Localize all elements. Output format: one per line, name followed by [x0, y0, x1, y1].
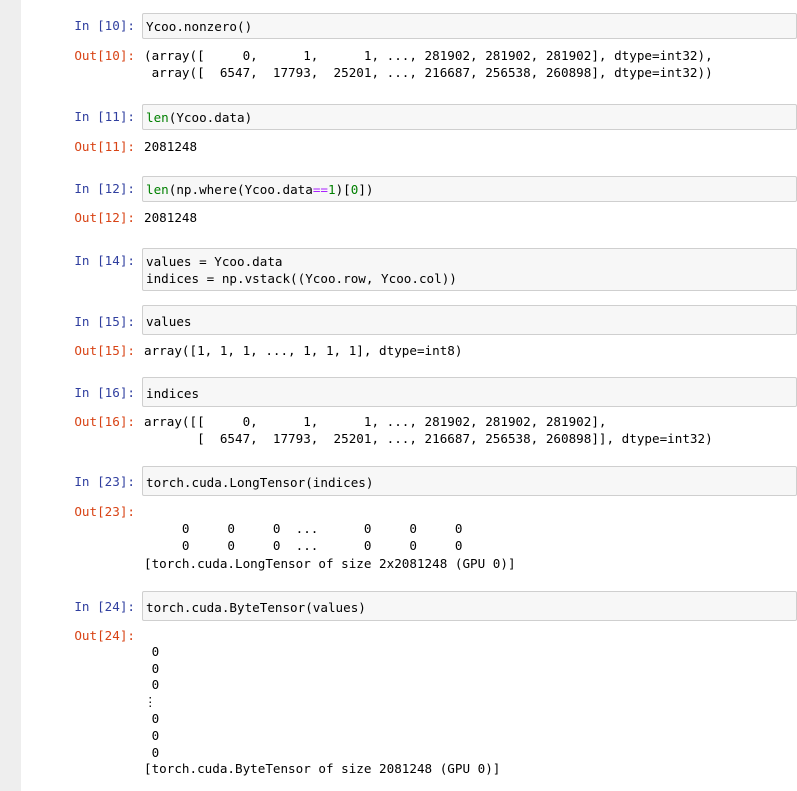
output-text: 0 0 0 ... 0 0 0 0 0 0 ... 0 0 0 [torch.c…: [144, 521, 516, 571]
in-prompt: In [15]:: [74, 314, 135, 329]
in-prompt: In [24]:: [74, 599, 135, 614]
output-area: array([[ 0, 1, 1, ..., 281902, 281902, 2…: [144, 413, 797, 447]
output-text: array([[ 0, 1, 1, ..., 281902, 281902, 2…: [144, 414, 713, 447]
code-token-builtin: len: [146, 182, 169, 197]
in-prompt: In [12]:: [74, 181, 135, 196]
code-text: torch.cuda.LongTensor(indices): [146, 475, 374, 490]
output-text: 0 0 0 ⋮ 0 0 0 [torch.cuda.ByteTensor of …: [144, 643, 501, 777]
output-area: 2081248: [144, 209, 797, 226]
in-prompt: In [14]:: [74, 253, 135, 268]
output-area: (array([ 0, 1, 1, ..., 281902, 281902, 2…: [144, 47, 797, 81]
code-text: indices: [146, 386, 200, 401]
notebook-container: In [10]: Ycoo.nonzero() Out[10]: (array(…: [21, 0, 797, 791]
code-text: len(np.where(Ycoo.data==1)[0]): [143, 177, 796, 198]
code-input[interactable]: values: [142, 305, 797, 335]
out-prompt: Out[12]:: [74, 210, 135, 225]
output-area: 0 0 0 ⋮ 0 0 0 [torch.cuda.ByteTensor of …: [144, 627, 797, 778]
code-input[interactable]: torch.cuda.ByteTensor(values): [142, 591, 797, 621]
out-prompt: Out[15]:: [74, 343, 135, 358]
output-area: 0 0 0 ... 0 0 0 0 0 0 ... 0 0 0 [torch.c…: [144, 503, 797, 572]
code-token-builtin: len: [146, 110, 169, 125]
code-token: (Ycoo.data): [168, 110, 253, 125]
in-prompt: In [10]:: [74, 18, 135, 33]
output-text: 2081248: [144, 210, 198, 225]
code-text: torch.cuda.ByteTensor(values): [146, 600, 366, 615]
in-prompt: In [11]:: [74, 109, 135, 124]
output-text: 2081248: [144, 139, 198, 154]
code-token: ]): [358, 182, 374, 197]
output-area: array([1, 1, 1, ..., 1, 1, 1], dtype=int…: [144, 342, 797, 359]
code-token-number: 1: [327, 182, 336, 197]
code-text: values: [146, 314, 192, 329]
code-token: (np.where(Ycoo.data: [168, 182, 313, 197]
out-prompt: Out[11]:: [74, 139, 135, 154]
output-text: array([1, 1, 1, ..., 1, 1, 1], dtype=int…: [144, 343, 463, 358]
code-input[interactable]: len(Ycoo.data): [142, 104, 797, 130]
code-token-operator: ==: [312, 182, 328, 197]
code-input[interactable]: torch.cuda.LongTensor(indices): [142, 466, 797, 496]
in-prompt: In [23]:: [74, 474, 135, 489]
code-text: values = Ycoo.data indices = np.vstack((…: [146, 254, 457, 286]
out-prompt: Out[24]:: [74, 628, 135, 643]
code-input[interactable]: indices: [142, 377, 797, 407]
code-input[interactable]: len(np.where(Ycoo.data==1)[0]): [142, 176, 797, 202]
code-token: )[: [335, 182, 351, 197]
code-input[interactable]: values = Ycoo.data indices = np.vstack((…: [142, 248, 797, 291]
out-prompt: Out[23]:: [74, 504, 135, 519]
output-area: 2081248: [144, 138, 797, 155]
in-prompt: In [16]:: [74, 385, 135, 400]
code-text: len(Ycoo.data): [143, 105, 796, 126]
code-text: Ycoo.nonzero(): [146, 19, 253, 34]
output-text: (array([ 0, 1, 1, ..., 281902, 281902, 2…: [144, 48, 713, 81]
out-prompt: Out[10]:: [74, 48, 135, 63]
code-input[interactable]: Ycoo.nonzero(): [142, 13, 797, 39]
out-prompt: Out[16]:: [74, 414, 135, 429]
